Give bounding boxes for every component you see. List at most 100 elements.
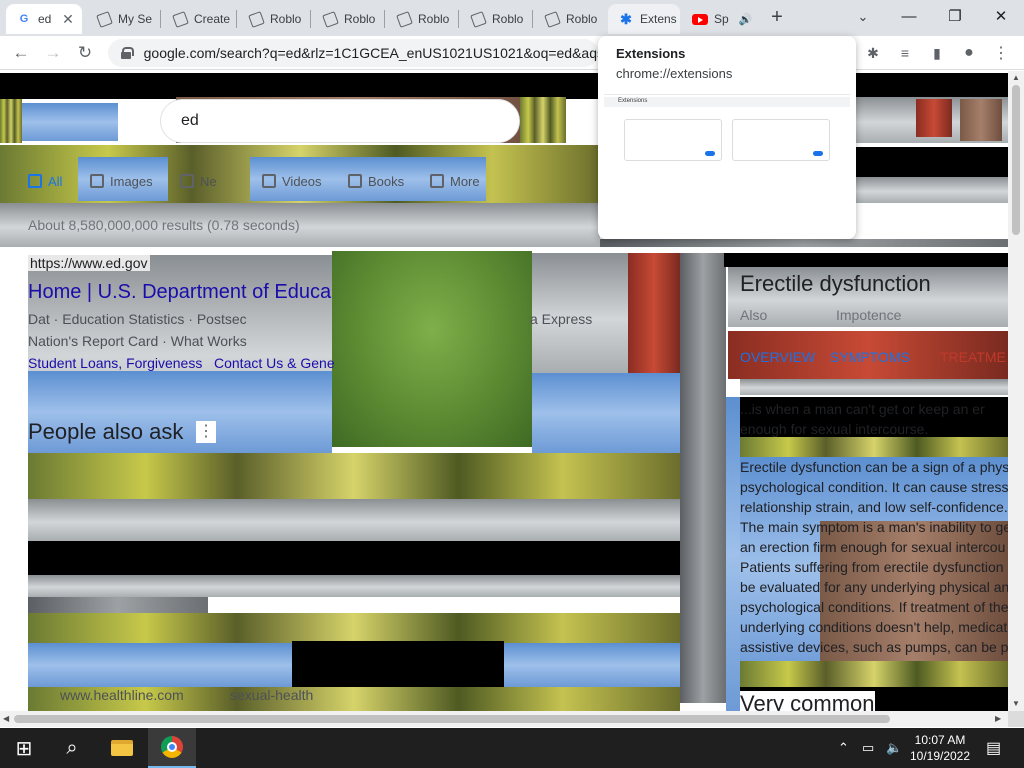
profile-avatar-icon[interactable]: ●: [958, 42, 980, 64]
chrome-menu-icon[interactable]: ⋮: [990, 42, 1012, 64]
sitelinks-row[interactable]: Nation's Report Card · What Works: [28, 333, 247, 349]
glitch-block: [28, 597, 208, 613]
new-tab-button[interactable]: +: [766, 6, 788, 28]
notification-icon[interactable]: ▤: [986, 738, 1001, 758]
search-box[interactable]: ed: [160, 99, 520, 143]
glitch-block: [726, 397, 740, 711]
chip-all[interactable]: All: [20, 167, 70, 195]
glitch-block: [532, 373, 680, 453]
result-url[interactable]: https://www.ed.gov: [28, 255, 150, 271]
scroll-left-arrow-icon[interactable]: ◀: [3, 714, 9, 723]
vertical-scrollbar[interactable]: ▲ ▼: [1008, 71, 1024, 711]
restore-button[interactable]: ❐: [932, 0, 978, 32]
result-title-link[interactable]: Home | U.S. Department of Educa: [28, 281, 331, 304]
kebab-menu-icon[interactable]: ⋮: [196, 421, 216, 443]
scroll-right-arrow-icon[interactable]: ▶: [995, 714, 1001, 723]
hover-card-thumbnail: Extensions: [604, 94, 850, 234]
knowledge-panel-intro: enough for sexual intercourse.: [740, 421, 929, 437]
close-tab-icon[interactable]: ✕: [60, 11, 76, 27]
tab-roblox-1[interactable]: Roblo: [238, 4, 310, 34]
tab-title: Roblo: [492, 12, 524, 26]
reload-icon[interactable]: ↻: [72, 40, 98, 66]
minimize-button[interactable]: —: [886, 0, 932, 32]
tab-title: Sp: [714, 12, 729, 26]
media-queue-icon[interactable]: ≡: [894, 42, 916, 64]
extensions-puzzle-icon[interactable]: ✱: [862, 42, 884, 64]
system-clock[interactable]: 10:07 AM 10/19/2022: [904, 732, 976, 764]
address-url[interactable]: google.com/search?q=ed&rlz=1C1GCEA_enUS1…: [144, 45, 598, 61]
result-url[interactable]: www.healthline.com: [60, 687, 184, 703]
glitch-block: [740, 379, 1008, 395]
network-icon[interactable]: ▭: [862, 740, 874, 756]
side-panel-icon[interactable]: ▮: [926, 42, 948, 64]
image-icon: [90, 174, 104, 188]
back-arrow-icon[interactable]: ←: [8, 40, 34, 66]
knowledge-panel-line: an erection firm enough for sexual inter…: [740, 539, 1006, 555]
thumbnail-extension-card: [624, 119, 722, 161]
address-bar[interactable]: google.com/search?q=ed&rlz=1C1GCEA_enUS1…: [108, 39, 598, 67]
tab-roblox-5[interactable]: Roblo: [534, 4, 606, 34]
sitelinks-row[interactable]: Dat · Education Statistics · Postsec: [28, 311, 247, 327]
chip-label: Videos: [282, 173, 322, 189]
tab-roblox-3[interactable]: Roblo: [386, 4, 458, 34]
chip-books[interactable]: Books: [340, 167, 412, 195]
tab-search-chevron-icon[interactable]: ⌄: [852, 6, 874, 28]
document-icon: [469, 10, 487, 28]
tab-roblox-2[interactable]: Roblo: [312, 4, 384, 34]
glitch-block: [740, 661, 1008, 687]
chip-news[interactable]: Ne: [172, 167, 225, 195]
scrollbar-corner: [1008, 711, 1024, 727]
tab-extensions[interactable]: ✱ Extens: [608, 4, 680, 34]
document-icon: [395, 10, 413, 28]
sitelink-contact-us[interactable]: Contact Us & Gene: [214, 355, 335, 371]
knowledge-panel-line: psychological condition. It can cause st…: [740, 479, 1008, 495]
chrome-taskbar-icon[interactable]: [148, 728, 196, 768]
tab-title: Extens: [640, 12, 677, 26]
tab-my-se[interactable]: My Se: [86, 4, 160, 34]
more-icon: [430, 174, 444, 188]
chevron-up-icon[interactable]: ⌃: [838, 740, 849, 756]
chip-more[interactable]: More: [422, 167, 488, 195]
sitelink-student-loans[interactable]: Student Loans, Forgiveness: [28, 355, 202, 371]
chip-label: Books: [368, 173, 405, 189]
tab-roblox-4[interactable]: Roblo: [460, 4, 532, 34]
lock-icon[interactable]: [120, 47, 134, 59]
book-icon: [348, 174, 362, 188]
volume-icon[interactable]: 🔈: [886, 740, 902, 756]
youtube-icon: [692, 11, 708, 27]
search-query[interactable]: ed: [181, 112, 199, 130]
horizontal-scroll-thumb[interactable]: [14, 715, 890, 723]
audio-playing-icon[interactable]: 🔊: [739, 13, 753, 26]
result-url-path[interactable]: sexual-health: [230, 687, 313, 703]
tab-youtube[interactable]: Sp 🔊: [682, 4, 754, 34]
tab-title: Roblo: [418, 12, 450, 26]
tab-title: Create: [194, 12, 231, 26]
sitelink-express[interactable]: a Express: [530, 311, 592, 327]
forward-arrow-icon[interactable]: →: [40, 40, 66, 66]
horizontal-scrollbar[interactable]: ◀ ▶: [0, 711, 1008, 727]
vertical-scroll-thumb[interactable]: [1012, 85, 1020, 235]
glitch-block: [28, 613, 680, 643]
chip-images[interactable]: Images: [82, 167, 161, 195]
chip-videos[interactable]: Videos: [254, 167, 330, 195]
search-icon[interactable]: ⌕: [48, 728, 96, 768]
tab-treatments[interactable]: TREATME: [940, 349, 1006, 365]
glitch-block: [856, 147, 1008, 177]
tab-separator: [532, 10, 533, 28]
thumbnail-extension-card: [732, 119, 830, 161]
file-explorer-icon[interactable]: [98, 728, 146, 768]
chip-label: All: [48, 173, 63, 189]
tab-overview[interactable]: OVERVIEW: [740, 349, 815, 365]
tab-separator: [458, 10, 459, 28]
tab-hover-card: Extensions chrome://extensions Extension…: [598, 36, 856, 239]
tab-google-search[interactable]: G ed ✕: [6, 4, 82, 34]
chip-label: Images: [110, 173, 153, 189]
tab-symptoms[interactable]: SYMPTOMS: [830, 349, 910, 365]
scroll-up-arrow-icon[interactable]: ▲: [1012, 73, 1020, 82]
glitch-block: [28, 453, 680, 499]
scroll-down-arrow-icon[interactable]: ▼: [1012, 699, 1020, 708]
window-close-button[interactable]: ✕: [978, 0, 1024, 32]
windows-start-icon[interactable]: ⊞: [0, 728, 48, 768]
people-also-ask-heading: People also ask: [28, 419, 184, 444]
tab-create[interactable]: Create: [162, 4, 236, 34]
